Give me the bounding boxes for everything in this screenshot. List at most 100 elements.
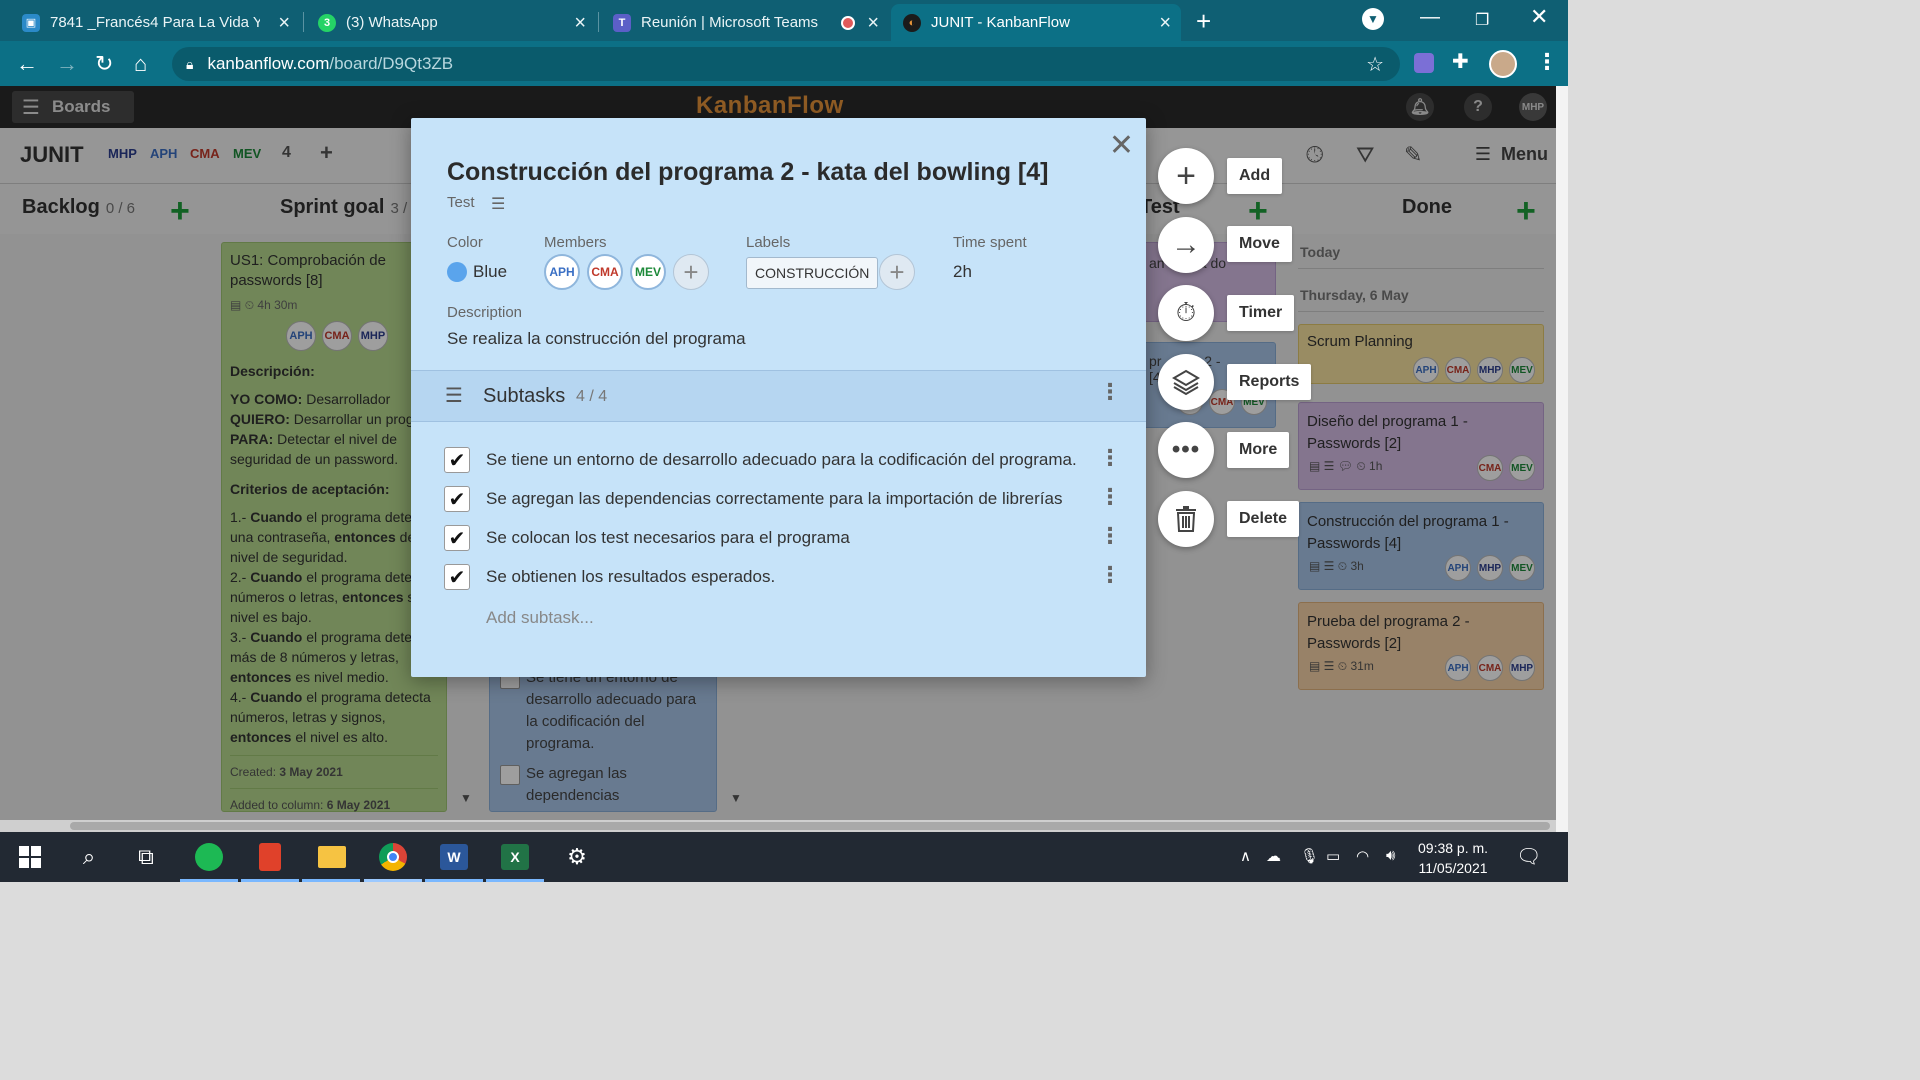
volume-icon[interactable]: 🔊︎ [1386, 847, 1395, 864]
member-avatar-aph[interactable]: APH [544, 254, 580, 290]
word-icon[interactable]: W [438, 842, 470, 872]
microphone-icon[interactable]: 🎙︎ [1300, 847, 1319, 865]
bookmark-star-icon[interactable]: ☆ [1366, 52, 1384, 77]
move-action-button[interactable]: → [1158, 217, 1214, 273]
profile-avatar[interactable] [1489, 50, 1517, 78]
restore-icon[interactable]: ❐ [1475, 10, 1489, 30]
close-tab-icon[interactable]: × [278, 12, 290, 35]
subtask-row[interactable]: ✔ Se agregan las dependencias correctame… [411, 481, 1146, 519]
subtask-text[interactable]: Se obtienen los resultados esperados. [486, 567, 775, 587]
new-tab-icon[interactable]: + [1196, 6, 1211, 37]
minimize-icon[interactable]: — [1420, 6, 1440, 29]
forward-icon[interactable]: → [56, 51, 78, 77]
browser-tab-bar: ▣ 7841 _Francés4 Para La Vida Y Tr × 3 (… [0, 0, 1568, 41]
task-title[interactable]: Construcción del programa 2 - kata del b… [447, 158, 1048, 187]
back-icon[interactable]: ← [16, 51, 38, 77]
subtask-row[interactable]: ✔ Se colocan los test necesarios para el… [411, 520, 1146, 558]
color-value[interactable]: Blue [473, 262, 507, 282]
member-avatar-mev[interactable]: MEV [630, 254, 666, 290]
subtask-text[interactable]: Se colocan los test necesarios para el p… [486, 528, 850, 548]
subtask-menu-icon[interactable]: ⋮ [1099, 447, 1121, 469]
timer-action-label[interactable]: Timer [1227, 295, 1295, 331]
subtask-row[interactable]: ✔ Se tiene un entorno de desarrollo adec… [411, 442, 1146, 480]
timer-action-button[interactable]: ⏱ [1158, 285, 1214, 341]
file-explorer-icon[interactable] [316, 842, 348, 872]
notifications-icon[interactable]: 🗨︎ [1516, 844, 1541, 869]
move-action-label[interactable]: Move [1227, 226, 1292, 262]
puzzle-icon[interactable]: ✚ [1452, 49, 1469, 74]
subtask-text[interactable]: Se agregan las dependencias correctament… [486, 489, 1062, 509]
browser-tab-kanbanflow[interactable]: ◐ JUNIT - KanbanFlow × [891, 4, 1181, 41]
more-action-button[interactable]: ••• [1158, 422, 1214, 478]
close-icon[interactable]: ✕ [1109, 128, 1134, 163]
tab-title: Reunión | Microsoft Teams [641, 14, 819, 31]
add-subtask-input[interactable]: Add subtask... [486, 608, 594, 628]
system-clock[interactable]: 09:38 p. m. 11/05/2021 [1418, 838, 1488, 878]
wifi-icon[interactable]: ◠ [1356, 847, 1369, 865]
windows-start-icon[interactable] [14, 842, 46, 872]
description-text[interactable]: Se realiza la construcción del programa [447, 329, 746, 349]
vertical-scrollbar[interactable] [1556, 86, 1568, 832]
active-indicator [364, 879, 422, 882]
onedrive-icon[interactable]: ☁ [1266, 847, 1281, 865]
active-indicator [180, 879, 238, 882]
subtask-text[interactable]: Se tiene un entorno de desarrollo adecua… [486, 450, 1077, 470]
delete-action-label[interactable]: Delete [1227, 501, 1300, 537]
chrome-icon[interactable] [377, 842, 409, 872]
spotify-icon[interactable] [193, 842, 225, 872]
subtask-menu-icon[interactable]: ⋮ [1099, 486, 1121, 508]
add-member-icon[interactable]: + [673, 254, 709, 290]
url-host: kanbanflow.com [207, 54, 330, 73]
office-icon[interactable] [254, 842, 286, 872]
label-chip[interactable]: CONSTRUCCIÓN [746, 257, 879, 289]
task-view-icon[interactable]: ⧉ [130, 842, 162, 872]
members-label: Members [544, 234, 607, 251]
add-label-icon[interactable]: + [879, 254, 915, 290]
subtasks-header: ☰ Subtasks 4 / 4 ⋮ [411, 370, 1146, 422]
search-icon[interactable]: ⌕ [73, 842, 105, 872]
subtask-checkbox[interactable]: ✔ [444, 447, 470, 473]
browser-tab-teams[interactable]: T Reunión | Microsoft Teams × [601, 4, 889, 41]
subtask-menu-icon[interactable]: ⋮ [1099, 525, 1121, 547]
add-action-button[interactable]: + [1158, 148, 1214, 204]
member-avatar-cma[interactable]: CMA [587, 254, 623, 290]
delete-action-button[interactable] [1158, 491, 1214, 547]
add-action-label[interactable]: Add [1227, 158, 1283, 194]
close-tab-icon[interactable]: × [867, 12, 879, 35]
tab-search-icon[interactable]: ▼ [1362, 8, 1384, 30]
excel-icon[interactable]: X [499, 842, 531, 872]
url-field[interactable]: 🔒︎ kanbanflow.com/board/D9Qt3ZB ☆ [172, 47, 1400, 81]
trash-icon [1176, 506, 1196, 532]
subtask-row[interactable]: ✔ Se obtienen los resultados esperados. … [411, 559, 1146, 597]
settings-gear-icon[interactable]: ⚙ [561, 842, 593, 872]
subtask-menu-icon[interactable]: ⋮ [1099, 564, 1121, 586]
browser-tab-frances[interactable]: ▣ 7841 _Francés4 Para La Vida Y Tr × [10, 4, 300, 41]
tray-chevron-icon[interactable]: ∧ [1240, 847, 1251, 865]
extension-icon[interactable] [1414, 53, 1434, 73]
contact-icon: ▣ [22, 13, 40, 32]
color-swatch[interactable] [447, 262, 467, 282]
battery-icon[interactable]: ▭ [1326, 847, 1340, 865]
close-tab-icon[interactable]: × [574, 12, 586, 35]
subtask-checkbox[interactable]: ✔ [444, 525, 470, 551]
time-spent-value[interactable]: 2h [953, 262, 972, 282]
checklist-icon[interactable]: ☰ [491, 194, 505, 214]
subtask-checkbox[interactable]: ✔ [444, 564, 470, 590]
horizontal-scrollbar[interactable] [0, 820, 1556, 832]
clock-time: 09:38 p. m. [1418, 840, 1489, 856]
subtask-checkbox[interactable]: ✔ [444, 486, 470, 512]
close-window-icon[interactable]: ✕ [1530, 4, 1548, 30]
close-tab-icon[interactable]: × [1159, 12, 1171, 35]
browser-tab-whatsapp[interactable]: 3 (3) WhatsApp × [306, 4, 596, 41]
browser-menu-icon[interactable]: ⋮ [1536, 49, 1558, 75]
reload-icon[interactable]: ↻ [95, 51, 113, 77]
clock-date: 11/05/2021 [1418, 860, 1488, 876]
more-action-label[interactable]: More [1227, 432, 1290, 468]
whatsapp-icon: 3 [318, 13, 336, 32]
home-icon[interactable]: ⌂ [134, 51, 147, 77]
reports-action-button[interactable] [1158, 354, 1214, 410]
active-indicator [241, 879, 299, 882]
reports-action-label[interactable]: Reports [1227, 364, 1312, 400]
subtasks-menu-icon[interactable]: ⋮ [1099, 381, 1121, 403]
stopwatch-icon: ⏱ [1175, 297, 1197, 327]
